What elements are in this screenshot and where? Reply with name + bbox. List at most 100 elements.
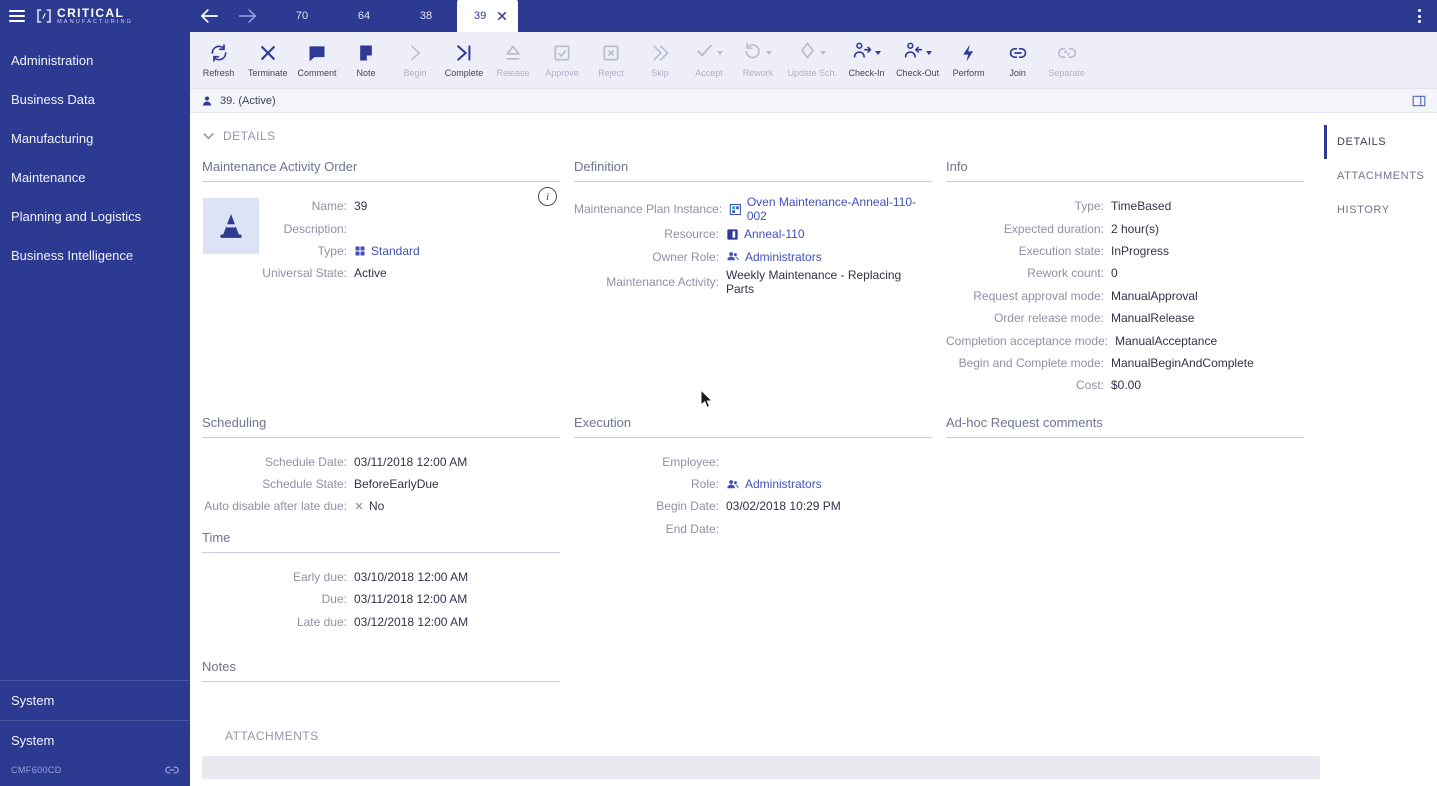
attachments-section-toggle[interactable]: ATTACHMENTS — [225, 729, 1437, 743]
chevron-down-icon — [717, 51, 724, 55]
logo-mark-icon — [37, 9, 51, 23]
field-label: Execution state: — [1018, 243, 1104, 258]
sidebar-bottom: System System CMF600CD — [0, 680, 190, 786]
field-label: Schedule Date: — [264, 454, 347, 469]
tab-38[interactable]: 38 — [395, 0, 457, 32]
note-button[interactable]: Note — [342, 32, 391, 88]
sidebar-header: CRITICAL MANUFACTURING — [0, 0, 190, 32]
link-label: Standard — [371, 243, 420, 258]
field-row-plan-instance: Maintenance Plan Instance: Oven Maintena… — [574, 195, 932, 223]
entity-image-cone — [203, 198, 259, 254]
tab-39[interactable]: 39 — [457, 0, 519, 32]
details-row-1: Maintenance Activity Order i Name: 39 De… — [202, 159, 1437, 397]
field-row-owner-role: Owner Role: Administrators — [574, 245, 932, 267]
field-label: Order release mode: — [993, 311, 1104, 326]
section-execution: Execution Employee: Role: Administrators… — [574, 415, 932, 541]
toolbar-label: Check-In — [848, 68, 885, 78]
grid-icon — [355, 246, 365, 256]
field-row-maintenance-activity: Maintenance Activity: Weekly Maintenance… — [574, 268, 932, 296]
toolbar-label: Perform — [952, 68, 985, 78]
release-icon — [503, 42, 523, 64]
separate-icon — [1057, 42, 1077, 64]
field-row-completion-acceptance-mode: Completion acceptance mode: ManualAccepta… — [946, 329, 1304, 351]
plan-instance-link[interactable]: Oven Maintenance-Anneal-110-002 — [729, 195, 932, 223]
field-row-role: Role: Administrators — [574, 473, 932, 495]
update-schedule-icon — [798, 41, 817, 65]
person-icon — [203, 96, 211, 105]
sidebar-item-system-1[interactable]: System — [0, 680, 190, 720]
forward-button[interactable] — [228, 0, 266, 32]
comment-icon — [307, 42, 327, 64]
back-button[interactable] — [190, 0, 228, 32]
field-value: Active — [354, 266, 387, 281]
field-label: Completion acceptance mode: — [946, 333, 1109, 348]
join-icon — [1008, 42, 1028, 64]
section-title: Notes — [202, 659, 560, 682]
section-notes: Notes — [202, 659, 560, 682]
field-value: InProgress — [1111, 243, 1170, 258]
toolbar-label: Terminate — [248, 68, 288, 78]
sidebar-item-planning-logistics[interactable]: Planning and Logistics — [0, 197, 190, 236]
execution-role-link[interactable]: Administrators — [726, 477, 822, 491]
complete-button[interactable]: Complete — [440, 32, 489, 88]
skip-button: Skip — [636, 32, 685, 88]
field-value: ManualRelease — [1111, 311, 1195, 326]
check-in-button[interactable]: Check-In — [842, 32, 891, 88]
field-value: $0.00 — [1111, 378, 1142, 393]
panel-toggle-icon[interactable] — [1412, 95, 1426, 107]
plan-instance-icon — [729, 203, 742, 215]
field-label: Request approval mode: — [973, 288, 1104, 303]
check-out-button[interactable]: Check-Out — [891, 32, 944, 88]
note-icon — [356, 42, 376, 64]
tab-64[interactable]: 64 — [333, 0, 395, 32]
toolbar-label: Release — [496, 68, 530, 78]
details-row-2: Scheduling Schedule Date: 03/11/2018 12:0… — [202, 415, 1437, 695]
join-button[interactable]: Join — [993, 32, 1042, 88]
field-label: Role: — [690, 477, 719, 492]
field-value: ManualAcceptance — [1115, 333, 1218, 348]
owner-role-link[interactable]: Administrators — [726, 250, 822, 264]
field-row-request-approval-mode: Request approval mode: ManualApproval — [946, 285, 1304, 307]
field-value: 39 — [354, 199, 368, 214]
details-section-toggle[interactable]: DETAILS — [202, 113, 1437, 143]
field-row-execution-state: Execution state: InProgress — [946, 240, 1304, 262]
terminate-icon — [258, 42, 278, 64]
link-label: Administrators — [745, 249, 822, 264]
field-row-begin-complete-mode: Begin and Complete mode: ManualBeginAndCo… — [946, 352, 1304, 374]
resource-link[interactable]: Anneal-110 — [726, 227, 805, 241]
comment-button[interactable]: Comment — [293, 32, 342, 88]
tab-bar: 70 64 38 39 — [190, 0, 1437, 32]
chevron-down-icon — [766, 51, 773, 55]
sidebar-item-administration[interactable]: Administration — [0, 41, 190, 80]
hamburger-menu-icon[interactable] — [7, 8, 27, 24]
chevron-down-icon — [874, 51, 881, 55]
section-time: Time Early due: 03/10/2018 12:00 AM Due: 0… — [202, 530, 560, 633]
sidebar-item-business-intelligence[interactable]: Business Intelligence — [0, 236, 190, 275]
x-icon — [355, 503, 363, 510]
accept-icon — [695, 41, 714, 65]
type-link[interactable]: Standard — [354, 244, 420, 258]
right-nav-item-details[interactable]: DETAILS — [1324, 125, 1437, 159]
approve-button: Approve — [538, 32, 587, 88]
chevron-down-icon — [203, 133, 214, 140]
chevron-down-icon — [820, 51, 827, 55]
kebab-menu-icon[interactable] — [1401, 0, 1437, 32]
app-logo: CRITICAL MANUFACTURING — [36, 7, 133, 25]
field-value: 03/12/2018 12:00 AM — [354, 614, 469, 629]
toolbar-label: Update Sch. — [787, 68, 838, 78]
refresh-button[interactable]: Refresh — [194, 32, 243, 88]
sidebar-item-business-data[interactable]: Business Data — [0, 80, 190, 119]
field-row-auto-disable: Auto disable after late due: No — [202, 495, 560, 517]
section-info: Info Type: TimeBased Expected duration: 2 … — [946, 159, 1304, 397]
tab-70[interactable]: 70 — [271, 0, 333, 32]
sidebar-item-system-2[interactable]: System — [0, 720, 190, 760]
sidebar-item-maintenance[interactable]: Maintenance — [0, 158, 190, 197]
close-icon[interactable] — [497, 11, 507, 21]
sidebar-item-manufacturing[interactable]: Manufacturing — [0, 119, 190, 158]
right-nav-item-attachments[interactable]: ATTACHMENTS — [1324, 159, 1437, 193]
right-nav-item-history[interactable]: HISTORY — [1324, 193, 1437, 227]
perform-button[interactable]: Perform — [944, 32, 993, 88]
toolbar-label: Refresh — [202, 68, 235, 78]
terminate-button[interactable]: Terminate — [243, 32, 293, 88]
attachments-empty-bar — [202, 755, 1320, 779]
